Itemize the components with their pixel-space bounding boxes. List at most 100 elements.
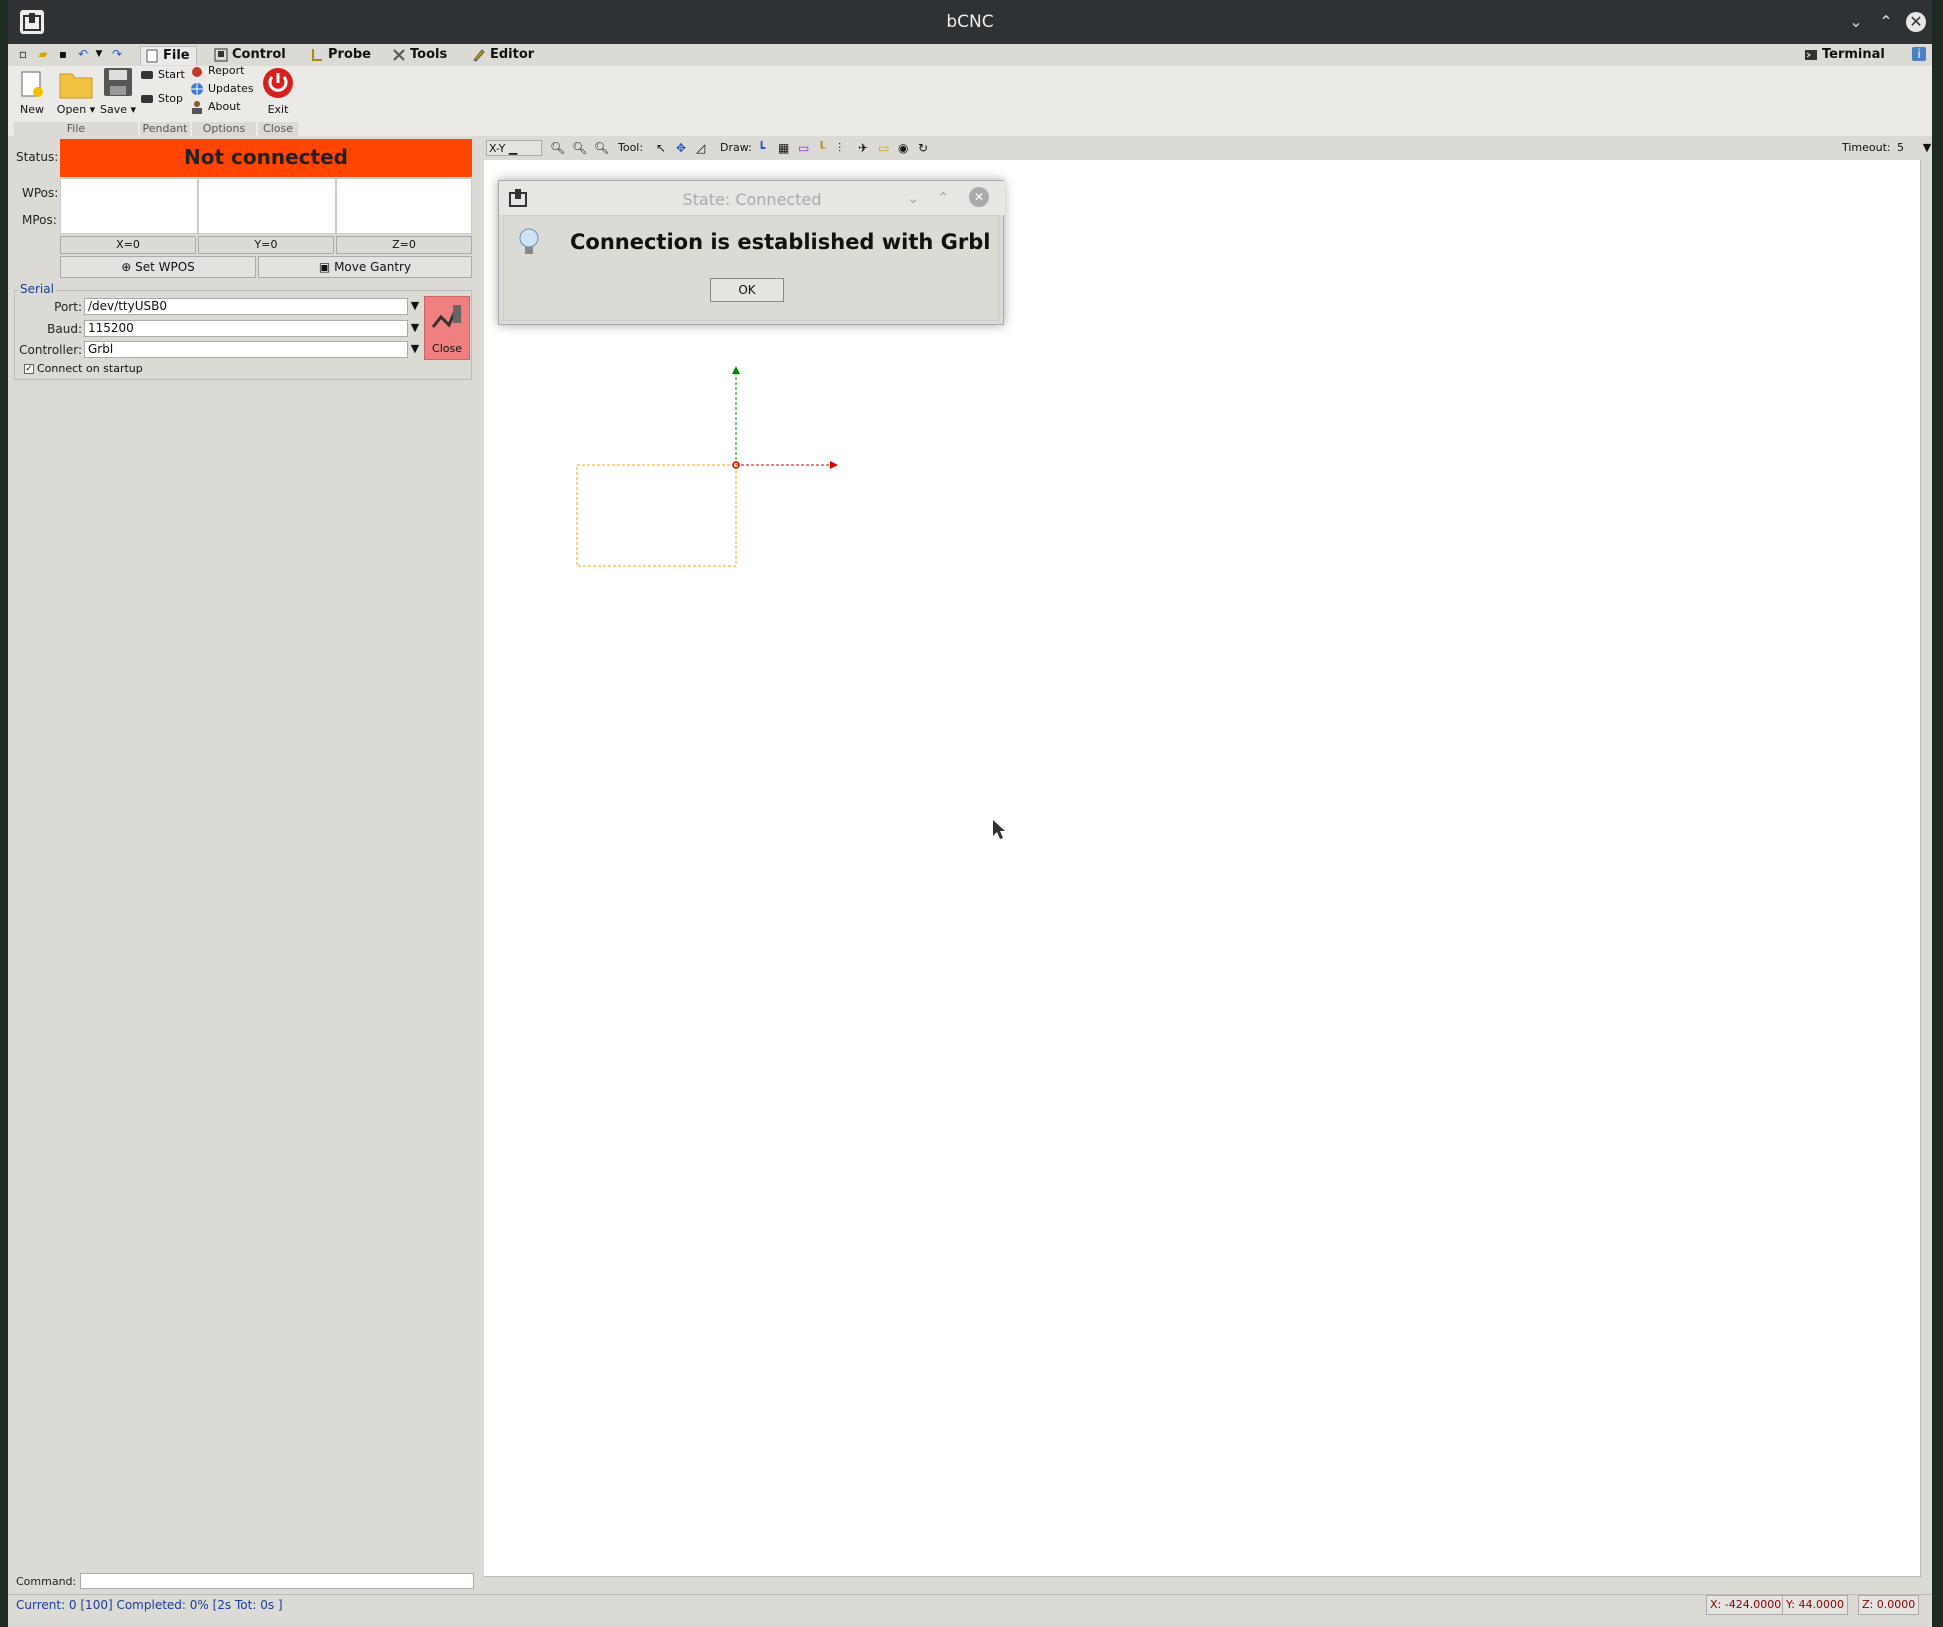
new-file-icon[interactable]: ▫ — [16, 47, 30, 61]
connect-startup-checkbox[interactable]: ✓ — [24, 364, 34, 374]
dialog-close-icon[interactable]: ✕ — [969, 187, 989, 207]
port-input[interactable]: /dev/ttyUSB0 — [84, 298, 408, 315]
about-button[interactable]: About — [190, 98, 241, 116]
controller-input[interactable]: Grbl — [84, 341, 408, 358]
wpos-label: WPos: — [22, 186, 59, 200]
close-group-label: Close — [258, 122, 298, 136]
new-label: New — [20, 103, 44, 116]
exit-label: Exit — [267, 103, 289, 116]
pendant-start-label: Start — [158, 68, 185, 81]
controller-dropdown-icon[interactable]: ▼ — [408, 341, 422, 358]
baud-input[interactable]: 115200 — [84, 320, 408, 337]
file-tab-icon — [145, 49, 159, 63]
dialog-title: State: Connected — [682, 190, 822, 209]
help-icon[interactable]: i — [1912, 47, 1926, 61]
tab-tools-label: Tools — [410, 47, 448, 62]
baud-dropdown-icon[interactable]: ▼ — [408, 320, 422, 337]
progress-text: Current: 0 [100] Completed: 0% [2s Tot: … — [16, 1598, 283, 1612]
draw-workarea-icon[interactable]: ▭ — [878, 141, 892, 155]
tab-probe-label: Probe — [328, 47, 371, 62]
draw-label: Draw: — [720, 141, 752, 154]
close-window-icon[interactable]: ✕ — [1906, 12, 1926, 32]
timeout-dropdown-icon[interactable]: ▼ — [1922, 140, 1932, 156]
tab-editor[interactable]: Editor — [468, 46, 540, 64]
zoom-out-icon[interactable]: 🔍︎ — [572, 141, 587, 155]
close-connection-button[interactable]: Close — [424, 296, 470, 360]
dialog-minimize-icon[interactable]: ⌄ — [907, 189, 920, 207]
zero-y-button[interactable]: Y=0 — [198, 236, 334, 254]
exit-button[interactable]: Exit — [260, 66, 296, 118]
canvas-toolbar: X-Y ▁ 🔍︎ 🔍︎ 🔍︎ Tool: ↖ ✥ ◿ Draw: ┗ ▦ ▭ ┖… — [484, 136, 1932, 160]
draw-rapid-icon[interactable]: ✈ — [858, 141, 872, 155]
open-label: Open ▾ — [56, 103, 96, 116]
tab-terminal[interactable]: Terminal — [1800, 46, 1891, 64]
control-tab-icon — [214, 48, 228, 62]
gcode-canvas[interactable] — [484, 160, 1920, 1578]
draw-probe-icon[interactable]: ┖ — [818, 141, 832, 155]
lightbulb-icon — [518, 226, 540, 260]
timeout-input[interactable]: 5 — [1894, 140, 1920, 156]
canvas-vertical-scrollbar[interactable] — [1920, 160, 1932, 1578]
ruler-tool-icon[interactable]: ◿ — [696, 141, 710, 155]
draw-margin-icon[interactable]: ▭ — [798, 141, 812, 155]
tab-probe[interactable]: Probe — [306, 46, 377, 64]
x-axis-arrow-icon — [830, 461, 838, 469]
command-input[interactable] — [80, 1573, 474, 1589]
zero-z-button[interactable]: Z=0 — [336, 236, 472, 254]
pendant-start-button[interactable]: Start — [140, 66, 185, 84]
view-select[interactable]: X-Y ▁ — [486, 140, 542, 156]
timeout-label: Timeout: — [1842, 141, 1891, 154]
mpos-label: MPos: — [22, 213, 57, 227]
wpos-x-cell — [60, 178, 198, 234]
gantry-icon: ▣ — [318, 260, 331, 274]
draw-camera-icon[interactable]: ◉ — [898, 141, 912, 155]
save-label: Save ▾ — [99, 103, 137, 116]
pendant-stop-button[interactable]: Stop — [140, 90, 183, 108]
pendant-start-icon — [140, 68, 154, 82]
tools-tab-icon — [392, 48, 406, 62]
file-group-label: File — [14, 122, 138, 136]
undo-dropdown-icon[interactable]: ▼ — [92, 47, 106, 61]
pan-tool-icon[interactable]: ✥ — [676, 141, 690, 155]
wpos-y-cell — [198, 178, 336, 234]
open-button[interactable]: Open ▾ — [56, 66, 96, 118]
draw-axes-icon[interactable]: ┗ — [758, 141, 772, 155]
tool-label: Tool: — [618, 141, 644, 154]
draw-paths-icon[interactable]: ⫶ — [838, 141, 852, 155]
redraw-icon[interactable]: ↻ — [918, 141, 932, 155]
tab-tools[interactable]: Tools — [388, 46, 453, 64]
dialog-title-bar: State: Connected ⌄ ⌃ ✕ — [499, 181, 1005, 215]
set-wpos-button[interactable]: ⊕ Set WPOS — [60, 256, 256, 278]
dialog-body: Connection is established with Grbl OK — [503, 215, 999, 321]
zoom-fit-icon[interactable]: 🔍︎ — [594, 141, 609, 155]
crosshair-icon: ⊕ — [121, 260, 132, 274]
zero-x-button[interactable]: X=0 — [60, 236, 196, 254]
dialog-maximize-icon[interactable]: ⌃ — [937, 189, 950, 207]
floppy-icon — [104, 68, 132, 96]
save-button[interactable]: Save ▾ — [98, 66, 138, 118]
canvas-horizontal-scrollbar[interactable] — [484, 1576, 1920, 1590]
editor-tab-icon — [472, 48, 486, 62]
draw-grid-icon[interactable]: ▦ — [778, 141, 792, 155]
ok-button[interactable]: OK — [710, 278, 784, 302]
y-coordinate: Y: 44.0000 — [1782, 1595, 1848, 1615]
plug-icon — [431, 305, 462, 328]
select-tool-icon[interactable]: ↖ — [656, 141, 670, 155]
save-file-icon[interactable]: ▪ — [56, 47, 70, 61]
dialog-message: Connection is established with Grbl — [570, 230, 991, 254]
tab-file[interactable]: File — [140, 46, 197, 65]
undo-icon[interactable]: ↶ — [76, 47, 90, 61]
maximize-icon[interactable]: ⌃ — [1876, 12, 1896, 32]
report-button[interactable]: Report — [190, 62, 244, 80]
redo-icon[interactable]: ↷ — [110, 47, 124, 61]
move-gantry-button[interactable]: ▣ Move Gantry — [258, 256, 472, 278]
updates-button[interactable]: Updates — [190, 80, 254, 98]
minimize-icon[interactable]: ⌄ — [1846, 12, 1866, 32]
new-button[interactable]: New — [14, 70, 50, 118]
port-dropdown-icon[interactable]: ▼ — [408, 298, 422, 315]
serial-title: Serial — [18, 282, 56, 296]
bug-icon — [190, 64, 204, 78]
margin-box — [576, 464, 737, 567]
zoom-in-icon[interactable]: 🔍︎ — [550, 141, 565, 155]
open-file-icon[interactable]: ▰ — [36, 47, 50, 61]
